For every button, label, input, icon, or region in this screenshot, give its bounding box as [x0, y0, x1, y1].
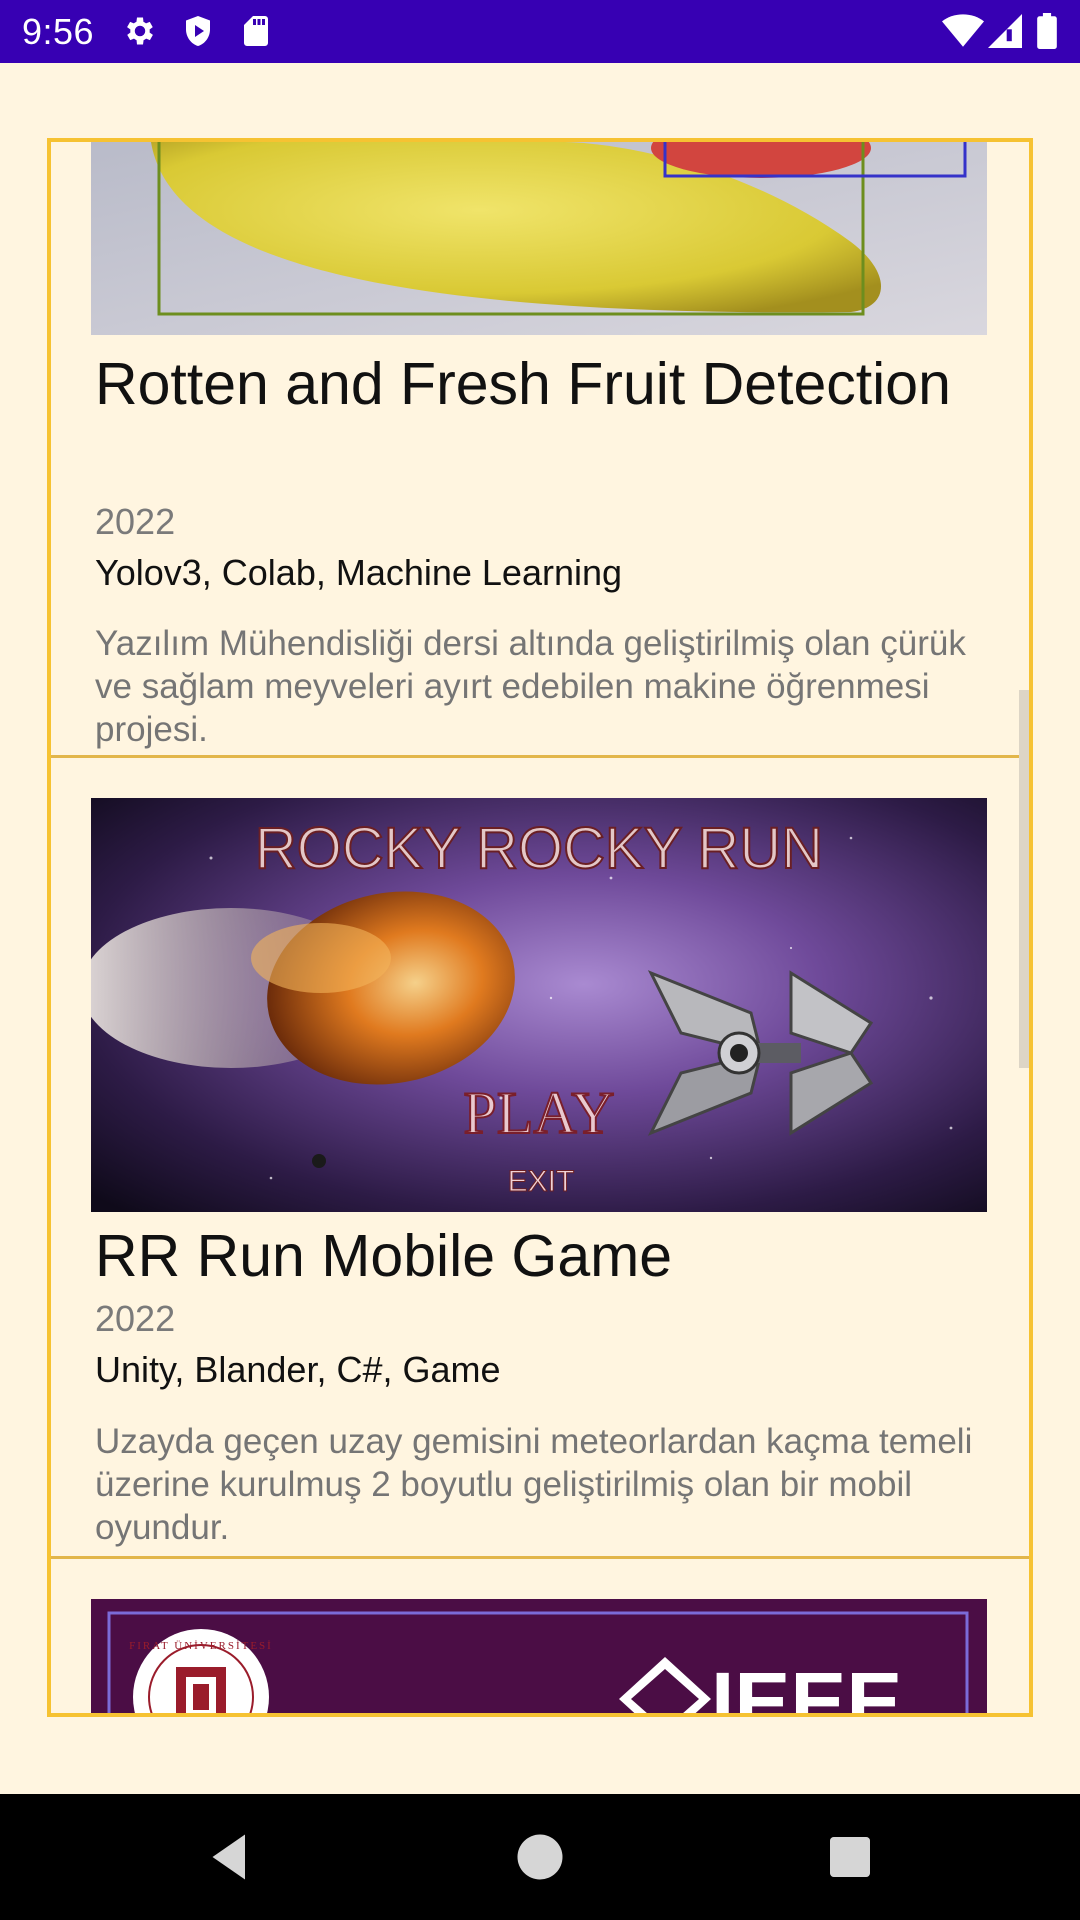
rr-run-image-exit: EXIT: [508, 1165, 575, 1198]
play-protect-icon: [186, 16, 210, 46]
wifi-icon: [942, 14, 984, 47]
project-list[interactable]: Rotten and Fresh Fruit Detection 2022 Yo…: [47, 138, 1033, 1717]
status-bar: 9:56: [0, 0, 1080, 63]
fruit-detection-description: Yazılım Mühendisliği dersi altında geliş…: [95, 624, 966, 749]
settings-icon: [127, 17, 153, 45]
rr-run-tags: Unity, Blander, C#, Game: [95, 1349, 501, 1390]
home-icon[interactable]: [510, 1827, 570, 1887]
project-card-rr-run[interactable]: ROCKY ROCKY RUN PLAY EXIT RR Run Mobile …: [51, 758, 1029, 1558]
rr-run-year: 2022: [95, 1298, 176, 1339]
status-time: 9:56: [22, 11, 95, 52]
battery-icon: [1037, 13, 1057, 49]
ieee-image-seal-text: FIRAT ÜNİVERSİTESİ: [129, 1640, 273, 1652]
rr-run-description: Uzayda geçen uzay gemisini meteorlardan …: [95, 1422, 973, 1547]
rr-run-image-title: ROCKY ROCKY RUN: [255, 816, 823, 881]
sd-card-icon: [244, 16, 268, 46]
navigation-bar: [0, 1794, 1080, 1920]
project-card-fruit-detection[interactable]: Rotten and Fresh Fruit Detection 2022 Yo…: [51, 142, 1029, 757]
back-icon[interactable]: [200, 1827, 260, 1887]
fruit-detection-image: [91, 142, 987, 335]
ieee-image: FIRAT ÜNİVERSİTESİ IEEE: [91, 1599, 987, 1717]
rr-run-image: ROCKY ROCKY RUN PLAY EXIT: [91, 798, 987, 1212]
project-card-ieee[interactable]: FIRAT ÜNİVERSİTESİ IEEE: [51, 1559, 1029, 1717]
scrollbar-thumb[interactable]: [1019, 690, 1029, 1068]
recents-icon[interactable]: [820, 1827, 880, 1887]
ieee-image-logo: IEEE: [711, 1655, 902, 1717]
cell-signal-icon: [988, 14, 1022, 48]
fruit-detection-title: Rotten and Fresh Fruit Detection: [95, 351, 951, 417]
rr-run-title: RR Run Mobile Game: [95, 1223, 673, 1289]
rr-run-image-play: PLAY: [463, 1080, 614, 1146]
fruit-detection-tags: Yolov3, Colab, Machine Learning: [95, 552, 623, 593]
fruit-detection-year: 2022: [95, 501, 176, 542]
